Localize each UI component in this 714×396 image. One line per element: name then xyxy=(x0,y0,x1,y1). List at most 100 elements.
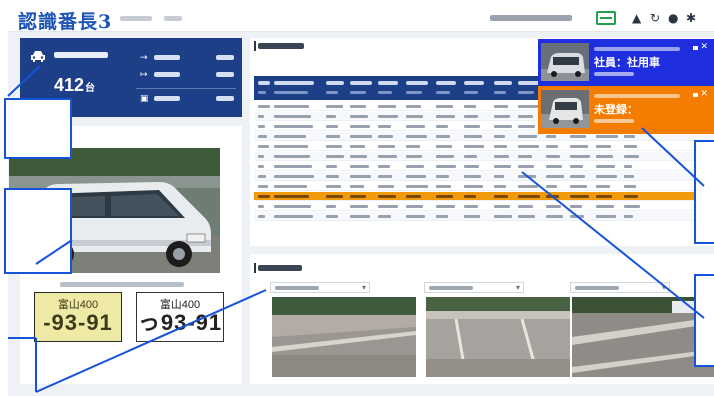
table-cell xyxy=(378,125,391,128)
close-icon[interactable]: ✕ xyxy=(700,89,708,99)
camera-1-view[interactable] xyxy=(272,297,416,377)
nav-item-primary[interactable] xyxy=(120,16,152,21)
table-row[interactable] xyxy=(254,192,714,201)
switch-icon[interactable] xyxy=(596,11,616,25)
stat-exits: ↦ xyxy=(140,69,234,81)
table-cell xyxy=(436,115,455,118)
table-cell xyxy=(378,115,398,118)
table-row[interactable] xyxy=(254,212,714,221)
table-cell xyxy=(274,205,311,208)
refresh-icon[interactable]: ↻ xyxy=(650,11,660,25)
camera-3-select[interactable]: ▾ xyxy=(570,282,670,293)
nav-item-secondary[interactable] xyxy=(164,16,182,21)
column-subheader xyxy=(494,91,506,94)
table-cell xyxy=(274,175,314,178)
table-cell xyxy=(274,145,308,148)
table-cell xyxy=(624,195,638,198)
live-title-accent xyxy=(254,263,256,273)
column-subheader xyxy=(274,91,308,94)
column-header[interactable] xyxy=(464,81,484,85)
count-title xyxy=(54,52,108,58)
table-cell xyxy=(406,215,425,218)
table-cell xyxy=(570,175,585,178)
table-row[interactable] xyxy=(254,172,714,181)
table-cell xyxy=(494,145,507,148)
table-cell xyxy=(596,165,615,168)
column-header[interactable] xyxy=(378,81,398,85)
table-cell xyxy=(350,155,367,158)
user-icon[interactable]: ● xyxy=(668,11,678,25)
table-cell xyxy=(378,175,392,178)
table-cell xyxy=(464,165,479,168)
close-icon[interactable]: ✕ xyxy=(700,42,708,52)
table-cell xyxy=(274,165,312,168)
table-cell xyxy=(406,155,422,158)
notification-timestamp xyxy=(594,47,680,51)
table-cell xyxy=(350,105,366,108)
table-cell xyxy=(494,135,505,138)
entry-icon: → xyxy=(140,53,148,63)
table-cell xyxy=(436,165,456,168)
stat-divider xyxy=(136,88,236,89)
column-header[interactable] xyxy=(518,81,540,85)
camera-2-view[interactable] xyxy=(426,297,570,377)
plate-registered: 富山400 っ93-91 xyxy=(136,292,224,342)
column-header[interactable] xyxy=(436,81,456,85)
stat-entries-label xyxy=(154,55,180,60)
camera-2-select[interactable]: ▾ xyxy=(424,282,524,293)
table-cell xyxy=(326,145,342,148)
table-row[interactable] xyxy=(254,152,714,161)
stat-entries-value xyxy=(216,55,234,60)
column-header[interactable] xyxy=(274,81,314,85)
table-row[interactable] xyxy=(254,142,714,151)
table-cell xyxy=(494,195,508,198)
pin-icon[interactable] xyxy=(693,46,698,50)
chevron-down-icon: ▾ xyxy=(661,283,666,292)
table-cell xyxy=(406,135,427,138)
column-header[interactable] xyxy=(494,81,512,85)
table-cell xyxy=(350,215,370,218)
table-cell xyxy=(624,205,640,208)
column-header[interactable] xyxy=(406,81,428,85)
pin-icon[interactable] xyxy=(693,93,698,97)
table-cell xyxy=(546,215,563,218)
notification-plate xyxy=(594,119,634,123)
camera-2: ▾ xyxy=(424,282,572,378)
table-cell xyxy=(494,215,512,218)
table-cell xyxy=(378,155,397,158)
top-bar: 認識番長3 ▲ ↻ ● ✱ xyxy=(8,4,714,33)
table-cell xyxy=(518,105,540,108)
table-cell xyxy=(378,165,390,168)
table-cell xyxy=(258,215,265,218)
column-subheader xyxy=(436,91,450,94)
table-cell xyxy=(436,205,455,208)
notification-employee[interactable]: 社員：社用車 ✕ xyxy=(538,39,714,87)
notification-unregistered[interactable]: 未登録： ✕ xyxy=(538,86,714,134)
table-cell xyxy=(464,155,477,158)
table-row[interactable] xyxy=(254,182,714,191)
table-cell xyxy=(494,125,512,128)
table-cell xyxy=(406,165,424,168)
plate-detected-number: -93-91 xyxy=(43,310,113,335)
column-header[interactable] xyxy=(350,81,372,85)
table-cell xyxy=(258,185,268,188)
table-cell xyxy=(570,145,588,148)
table-cell xyxy=(570,135,586,138)
camera-1-select[interactable]: ▾ xyxy=(270,282,370,293)
column-header[interactable] xyxy=(326,81,344,85)
camera-3-view[interactable] xyxy=(572,297,714,377)
table-cell xyxy=(406,105,421,108)
table-row[interactable] xyxy=(254,202,714,211)
table-cell xyxy=(464,125,480,128)
bell-icon[interactable]: ▲ xyxy=(632,11,641,25)
table-cell xyxy=(494,185,506,188)
column-header[interactable] xyxy=(258,81,270,85)
table-cell xyxy=(596,205,614,208)
table-cell xyxy=(326,205,336,208)
table-row[interactable] xyxy=(254,162,714,171)
table-cell xyxy=(378,185,394,188)
gear-icon[interactable]: ✱ xyxy=(686,11,696,25)
live-view-title xyxy=(258,265,302,271)
table-cell xyxy=(326,155,344,158)
camera-1: ▾ xyxy=(270,282,418,378)
